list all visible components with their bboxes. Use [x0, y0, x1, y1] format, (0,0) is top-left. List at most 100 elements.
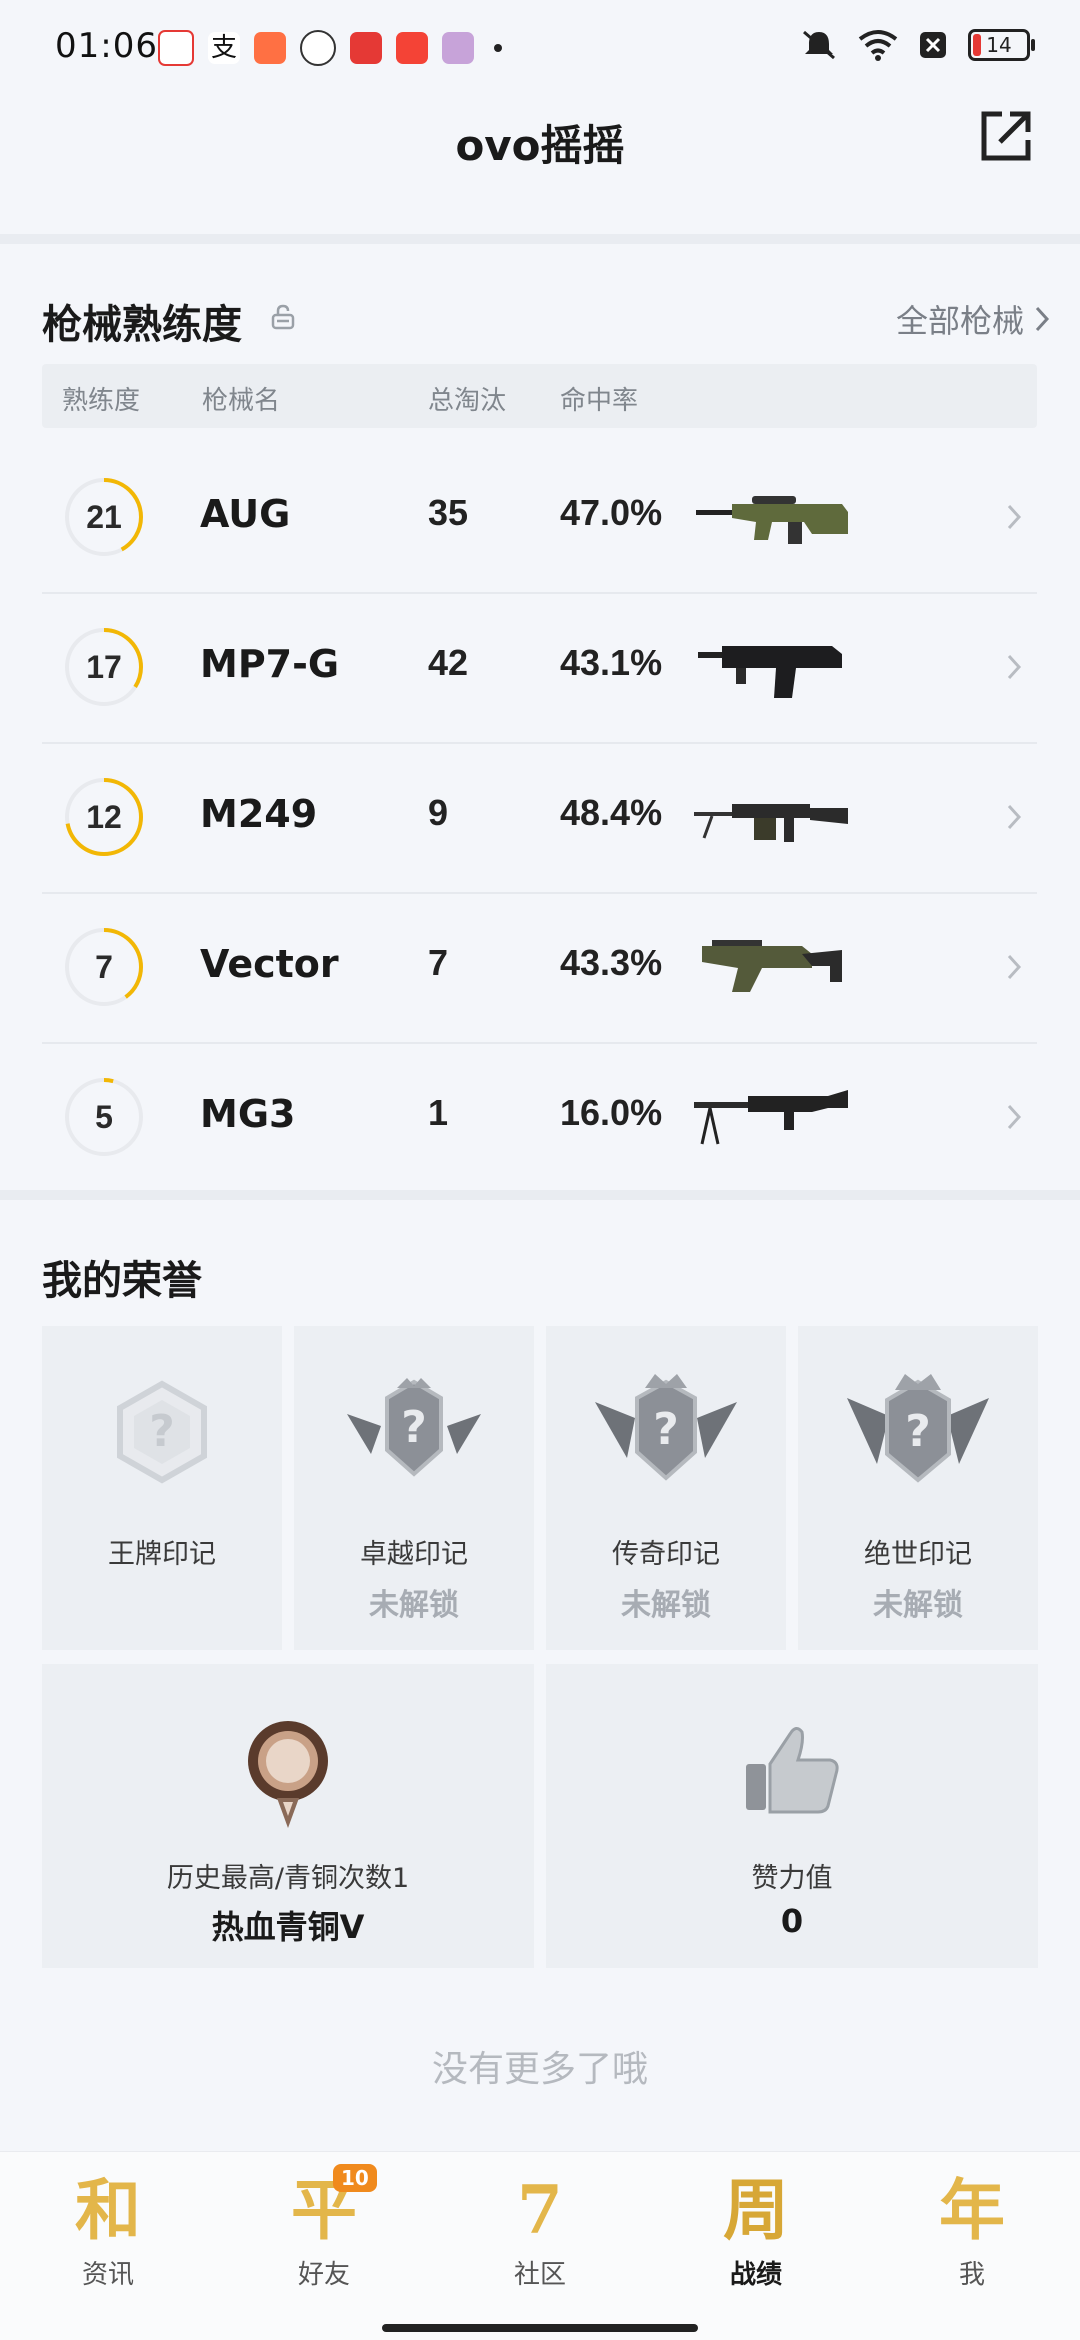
- chevron-right-icon: [1007, 804, 1022, 830]
- weapon-kills: 7: [428, 942, 449, 983]
- effort-label: 赞力值: [751, 1863, 833, 1894]
- bottom-tab-bar: 和 资讯 平 10 好友 7 社区 周 战绩 年 我: [0, 2151, 1080, 2340]
- honor-mark-name: 卓越印记: [360, 1539, 468, 1570]
- wechat-icon: [300, 30, 336, 66]
- app-notification-icon: [350, 32, 382, 64]
- aug-rifle-icon: [696, 496, 848, 544]
- weapon-accuracy: 47.0%: [560, 492, 663, 533]
- weapon-name: MG3: [200, 1092, 296, 1136]
- home-indicator[interactable]: [382, 2324, 698, 2332]
- mg3-lmg-icon: [694, 1090, 848, 1145]
- excellence-mark-badge-icon: ?: [347, 1378, 481, 1477]
- bronze-rank-badge-icon: [248, 1721, 328, 1828]
- thumbs-up-icon: [746, 1727, 839, 1814]
- col-weapon-name: 枪械名: [202, 386, 281, 416]
- game-notification-icon: [442, 32, 474, 64]
- music-icon: [396, 32, 428, 64]
- honor-mark-status: 未解锁: [621, 1588, 711, 1623]
- weapon-kills: 9: [428, 792, 449, 833]
- svg-text:?: ?: [401, 1402, 427, 1453]
- honor-mark-card[interactable]: ? 卓越印记 未解锁: [294, 1326, 534, 1650]
- no-sim-icon: [920, 32, 946, 58]
- tab-label: 社区: [513, 2260, 566, 2290]
- status-indicators: 14: [800, 28, 1035, 62]
- chevron-right-icon: [1007, 1104, 1022, 1130]
- status-bar: 01:06 支 14: [0, 0, 1080, 92]
- honor-mark-name: 王牌印记: [108, 1539, 216, 1570]
- tab-records[interactable]: 周 战绩: [691, 2172, 821, 2291]
- rank-value: 热血青铜V: [211, 1908, 365, 1946]
- section-title: 枪械熟练度: [42, 302, 242, 348]
- honor-mark-name: 绝世印记: [864, 1539, 972, 1570]
- weapon-name: M249: [200, 792, 318, 836]
- honor-mark-status: 未解锁: [873, 1588, 963, 1623]
- m249-lmg-icon: [694, 804, 848, 842]
- weapon-name: AUG: [200, 492, 291, 536]
- battery-icon: 14: [968, 29, 1035, 61]
- tab-friends[interactable]: 平 10 好友: [259, 2164, 389, 2291]
- effort-value: 0: [780, 1902, 804, 1940]
- rank-history-label: 历史最高/青铜次数1: [166, 1863, 410, 1894]
- weapon-kills: 1: [428, 1092, 449, 1133]
- me-tab-icon: 年: [939, 2171, 1005, 2249]
- tab-me[interactable]: 年 我: [907, 2172, 1037, 2291]
- honor-mark-name: 传奇印记: [612, 1539, 720, 1570]
- chevron-right-icon: [1007, 654, 1022, 680]
- lock-icon[interactable]: [270, 304, 296, 330]
- app-notification-icon: [254, 32, 286, 64]
- weapon-row[interactable]: 12 M249 9 48.4%: [42, 742, 1037, 894]
- weapon-name: Vector: [200, 942, 339, 986]
- proficiency-value: 7: [95, 949, 113, 985]
- alipay-icon: 支: [208, 32, 240, 64]
- chevron-right-icon: [1007, 954, 1022, 980]
- news-tab-icon: 和: [75, 2171, 141, 2249]
- weapon-row[interactable]: 5 MG3 1 16.0%: [42, 1042, 1037, 1192]
- tab-label: 资讯: [81, 2260, 134, 2290]
- more-notifications-icon: [494, 44, 502, 52]
- all-weapons-link[interactable]: 全部枪械: [896, 296, 1050, 342]
- col-kills: 总淘汰: [428, 386, 507, 416]
- notification-icons: 支: [158, 30, 474, 66]
- chevron-right-icon: [1007, 504, 1022, 530]
- proficiency-value: 17: [86, 649, 122, 685]
- effort-card[interactable]: 赞力值 0: [546, 1664, 1038, 1968]
- weapon-table-header: 熟练度 枪械名 总淘汰 命中率: [42, 364, 1037, 428]
- section-divider: [0, 234, 1080, 244]
- page-title: ovo摇摇: [455, 121, 625, 170]
- wifi-icon: [858, 30, 898, 61]
- honor-mark-card[interactable]: ? 传奇印记 未解锁: [546, 1326, 786, 1650]
- end-of-list-text: 没有更多了哦: [431, 2049, 648, 2090]
- vector-smg-icon: [702, 940, 842, 992]
- col-accuracy: 命中率: [560, 386, 639, 416]
- proficiency-value: 5: [95, 1099, 113, 1135]
- all-weapons-label: 全部枪械: [895, 302, 1024, 340]
- tab-label: 我: [958, 2260, 985, 2290]
- section-divider: [0, 1190, 1080, 1200]
- peerless-mark-badge-icon: ?: [847, 1374, 989, 1483]
- weapon-accuracy: 16.0%: [560, 1092, 663, 1133]
- chevron-right-icon: [1035, 306, 1050, 332]
- share-icon[interactable]: [976, 106, 1036, 166]
- svg-text:?: ?: [905, 1406, 931, 1457]
- weapon-row[interactable]: 7 Vector 7 43.3%: [42, 892, 1037, 1044]
- weapon-name: MP7-G: [200, 642, 340, 686]
- mute-icon: [803, 30, 835, 60]
- community-tab-icon: 7: [517, 2171, 563, 2249]
- friends-count-badge: 10: [333, 2164, 377, 2192]
- highest-rank-card[interactable]: 历史最高/青铜次数1 热血青铜V: [42, 1664, 534, 1968]
- tab-community[interactable]: 7 社区: [475, 2172, 605, 2291]
- weapon-accuracy: 43.1%: [560, 642, 663, 683]
- app-notification-icon: [158, 30, 194, 66]
- mp7-smg-icon: [698, 646, 842, 698]
- weapon-accuracy: 48.4%: [560, 792, 663, 833]
- svg-text:?: ?: [149, 1406, 175, 1457]
- col-proficiency: 熟练度: [62, 386, 141, 416]
- tab-news[interactable]: 和 资讯: [43, 2172, 173, 2291]
- weapon-row[interactable]: 21 AUG 35 47.0%: [42, 442, 1037, 594]
- weapon-row[interactable]: 17 MP7-G 42 43.1%: [42, 592, 1037, 744]
- honor-mark-card[interactable]: ? 绝世印记 未解锁: [798, 1326, 1038, 1650]
- weapon-kills: 35: [428, 492, 469, 533]
- proficiency-value: 21: [86, 499, 122, 535]
- tab-label: 战绩: [729, 2260, 782, 2290]
- honor-mark-card[interactable]: ? 王牌印记: [42, 1326, 282, 1650]
